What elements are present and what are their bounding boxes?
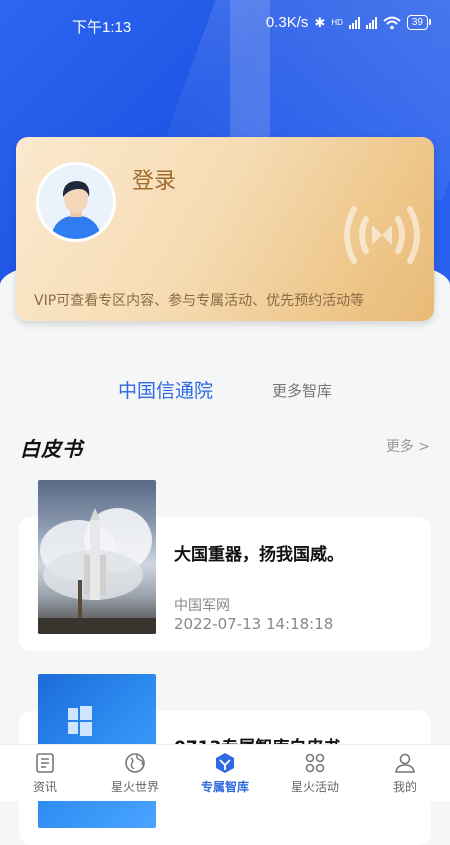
globe-icon (125, 753, 145, 773)
wifi-icon (383, 16, 401, 29)
nav-mine[interactable]: 我的 (360, 745, 450, 801)
bottom-nav: 资讯 星火世界 专属智库 星火活动 我的 (0, 744, 450, 801)
vip-description: VIP可查看专区内容、参与专属活动、优先预约活动等 (34, 293, 365, 309)
grid-icon (305, 753, 325, 773)
profile-card[interactable]: 登录 VIP可查看专区内容、参与专属活动、优先预约活动等 (16, 137, 434, 321)
section-title: 白皮书 (20, 437, 83, 461)
nav-label: 星火活动 (290, 780, 339, 794)
network-speed: 0.3K/s (265, 14, 309, 31)
rocket-image (38, 508, 156, 634)
article-thumbnail[interactable] (38, 480, 156, 634)
nav-label: 星火世界 (110, 780, 159, 794)
login-link[interactable]: 登录 (132, 163, 176, 195)
status-bar: 下午1:13 0.3K/s ✱ HD 39 (0, 0, 450, 50)
news-icon (36, 753, 54, 773)
nav-label: 我的 (392, 780, 417, 794)
nav-label: 资讯 (32, 780, 57, 794)
nav-label: 专属智库 (200, 780, 249, 794)
windows-image (68, 706, 92, 736)
battery-icon: 39 (406, 15, 432, 30)
status-icons: 0.3K/s ✱ HD 39 (265, 14, 432, 31)
article-title[interactable]: 大国重器，扬我国威。 (174, 540, 344, 565)
article-source: 中国军网 (174, 598, 230, 614)
nav-exclusive-think-tank[interactable]: 专属智库 (180, 745, 270, 801)
signal-icon-2 (365, 16, 377, 29)
cube-icon (216, 753, 234, 773)
avatar-person-icon (39, 165, 113, 239)
nav-xinghuo-activity[interactable]: 星火活动 (270, 745, 360, 801)
bluetooth-icon: ✱ (314, 14, 326, 30)
tab-more-think-tanks[interactable]: 更多智库 (272, 380, 332, 401)
nav-xinghuo-world[interactable]: 星火世界 (90, 745, 180, 801)
person-icon (395, 753, 415, 773)
more-link[interactable]: 更多 > (386, 436, 430, 456)
status-time: 下午1:13 (72, 19, 132, 36)
hd-label: HD (331, 18, 343, 27)
article-date: 2022-07-13 14:18:18 (174, 615, 334, 633)
tab-caict[interactable]: 中国信通院 (118, 376, 213, 403)
avatar[interactable] (36, 162, 116, 242)
nav-news[interactable]: 资讯 (0, 745, 90, 801)
signal-icon (348, 16, 360, 29)
broadcast-icon (344, 206, 420, 264)
